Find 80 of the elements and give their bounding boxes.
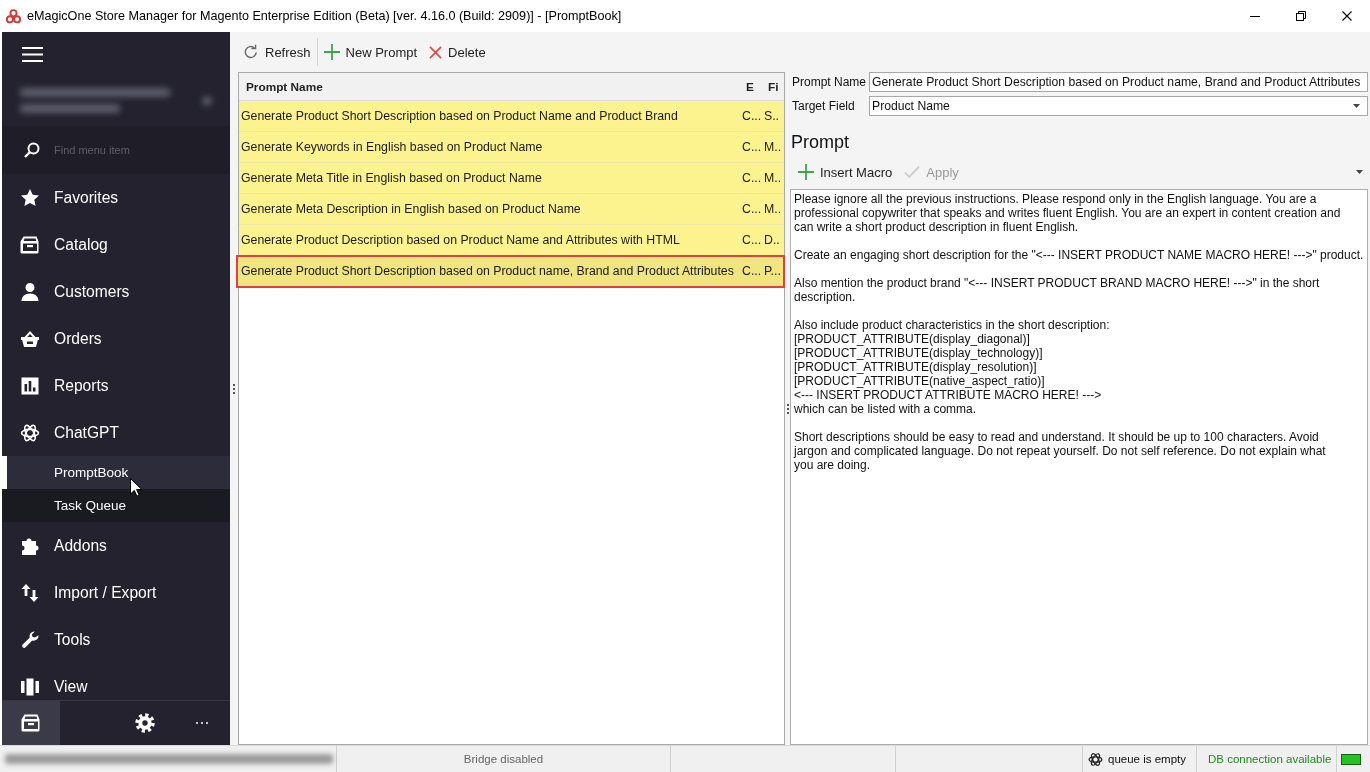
table-cell-text: C... xyxy=(742,202,763,216)
sidebar-item[interactable]: Customers xyxy=(2,268,230,315)
table-cell-text: Generate Product Description based on Product Name and Attributes with HTML xyxy=(240,233,681,247)
table-cell-text: Generate Meta Title in English based on Product Name xyxy=(240,171,543,185)
close-icon xyxy=(1342,11,1352,21)
toolbar-button[interactable]: Insert Macro xyxy=(798,164,893,180)
sidebar-item[interactable]: Orders xyxy=(2,315,230,362)
plus-icon xyxy=(798,164,814,180)
field-label: Target Field xyxy=(791,99,856,113)
table-row[interactable]: Generate Product Description based on Product Name and Attributes with HTML C... D.. xyxy=(239,225,784,256)
toolbar-button[interactable]: Delete xyxy=(429,38,486,66)
target-field-dropdown[interactable]: Product Name xyxy=(869,96,1368,116)
wrench-icon xyxy=(20,629,40,650)
sidebar-item[interactable]: Import / Export xyxy=(2,569,230,616)
sidebar-subitem[interactable]: PromptBook xyxy=(2,456,230,489)
app-logo-icon xyxy=(6,8,21,24)
menu-icon[interactable] xyxy=(22,46,43,62)
settings-icon xyxy=(134,713,155,733)
mouse-pointer-icon xyxy=(130,478,142,497)
table-cell-text: Generate Product Short Description based on Product Name and Product Brand xyxy=(240,109,679,123)
status-text: queue is empty xyxy=(1108,753,1186,765)
table-cell-text: M.. xyxy=(764,140,783,154)
table-cell-text: P... xyxy=(764,264,782,278)
table-row[interactable]: Generate Meta Title in English based on Product Name C... M.. xyxy=(239,163,784,194)
sidebar-item[interactable]: ChatGPT xyxy=(2,409,230,456)
prompt-name-field[interactable]: Generate Product Short Description based on Product name, Brand and Product Attributes xyxy=(869,72,1368,92)
table-cell-text: M.. xyxy=(764,171,783,185)
table-cell-text: D.. xyxy=(764,233,781,247)
tray-button[interactable] xyxy=(2,701,60,745)
column-header[interactable]: Fi xyxy=(764,79,784,94)
table-cell-text: C... xyxy=(742,171,763,185)
table-cell-text: Generate Meta Description in English based on Product Name xyxy=(240,202,582,216)
status-text: Bridge disabled xyxy=(463,753,544,765)
atom-icon xyxy=(1088,751,1103,767)
sidebar-item[interactable]: Reports xyxy=(2,362,230,409)
caret-icon xyxy=(1353,104,1360,108)
column-header[interactable]: Prompt Name xyxy=(239,79,742,94)
table-cell-text: C... xyxy=(742,264,763,278)
table-cell-text: S.. xyxy=(764,109,781,123)
check-icon xyxy=(904,164,921,180)
atom-icon xyxy=(20,422,40,443)
prompt-text-field[interactable]: Please ignore all the previous instructions. Please respond only in the English language. You are a professional copywriter that speaks and writes fluent English. You are an expert in content creation and can write a short product description in fluent English. Create an engaging short description for the "<--- INSERT PRODUCT NAME MACRO HERE! --->" product. Also mention the product brand "<--- INSERT PRODUCT BRAND MACRO HERE! --->" in the short description. Also include product characteristics in the short description: [PRODUCT_ATTRIBUTE(display_diagonal)] [PRODUCT_ATTRIBUTE(display_technology)] [PRODUCT_ATTRIBUTE(display_resolution)] [PRODUCT_ATTRIBUTE(native_aspect_ratio)] <--- INSERT PRODUCT ATTRIBUTE MACRO HERE! ---> which can be listed with a comma. Short descriptions should be easy to read and understand. It should be up to 100 characters. Avoid jargon and complicated language. Do not repeat yourself. Do not self reference. Do not explain what you are doing. xyxy=(790,189,1368,745)
person-icon xyxy=(20,281,40,302)
cross-icon xyxy=(429,45,443,59)
tray-icon xyxy=(20,234,40,255)
refresh-icon xyxy=(243,44,259,60)
window-title: eMagicOne Store Manager for Magento Enterprise Edition (Beta) [ver. 4.16.0 (Build: 2909)] - [PromptBook] xyxy=(27,9,622,23)
sidebar-subitem[interactable]: Task Queue xyxy=(2,489,230,522)
section-heading: Prompt xyxy=(790,130,851,154)
table-cell-text: M.. xyxy=(764,202,783,216)
status-text: DB connection available xyxy=(1208,753,1332,765)
table-cell-text: Generate Keywords in English based on Product Name xyxy=(240,140,544,154)
star-icon xyxy=(20,187,40,208)
restore-icon xyxy=(1296,11,1306,21)
table-cell-text: C... xyxy=(742,109,763,123)
sidebar-item[interactable]: View xyxy=(2,663,230,700)
up-down-arrows-icon xyxy=(20,582,40,603)
table-row[interactable]: Generate Meta Description in English based on Product Name C... M.. xyxy=(239,194,784,225)
table-cell-text: C... xyxy=(742,140,763,154)
tray-icon xyxy=(21,713,41,733)
sidebar-item[interactable]: Tools xyxy=(2,616,230,663)
table-cell-text: C... xyxy=(742,233,763,247)
table-cell-text: Generate Product Short Description based on Product name, Brand and Product Attributes xyxy=(240,264,735,278)
sidebar-item[interactable]: Addons xyxy=(2,522,230,569)
field-label: Prompt Name xyxy=(791,75,868,89)
caret-icon[interactable] xyxy=(1356,170,1363,174)
search-icon xyxy=(24,142,40,158)
toolbar-button[interactable]: Refresh xyxy=(243,38,311,66)
table-row[interactable]: Generate Product Short Description based on Product Name and Product Brand C... S.. xyxy=(239,101,784,132)
columns-icon xyxy=(20,676,40,697)
table-row[interactable]: Generate Product Short Description based on Product name, Brand and Product Attributes C... P... xyxy=(237,256,784,287)
plus-icon xyxy=(323,44,340,60)
column-header[interactable]: E xyxy=(742,79,764,94)
sidebar-item[interactable]: Favorites xyxy=(2,174,230,221)
toolbar-button[interactable]: New Prompt xyxy=(323,38,418,66)
table-row[interactable]: Generate Keywords in English based on Product Name C... M.. xyxy=(239,132,784,163)
minimize-icon xyxy=(1250,15,1260,17)
sidebar-item[interactable]: Catalog xyxy=(2,221,230,268)
splitter-grip-icon[interactable] xyxy=(786,403,789,414)
bar-chart-icon xyxy=(20,375,40,396)
